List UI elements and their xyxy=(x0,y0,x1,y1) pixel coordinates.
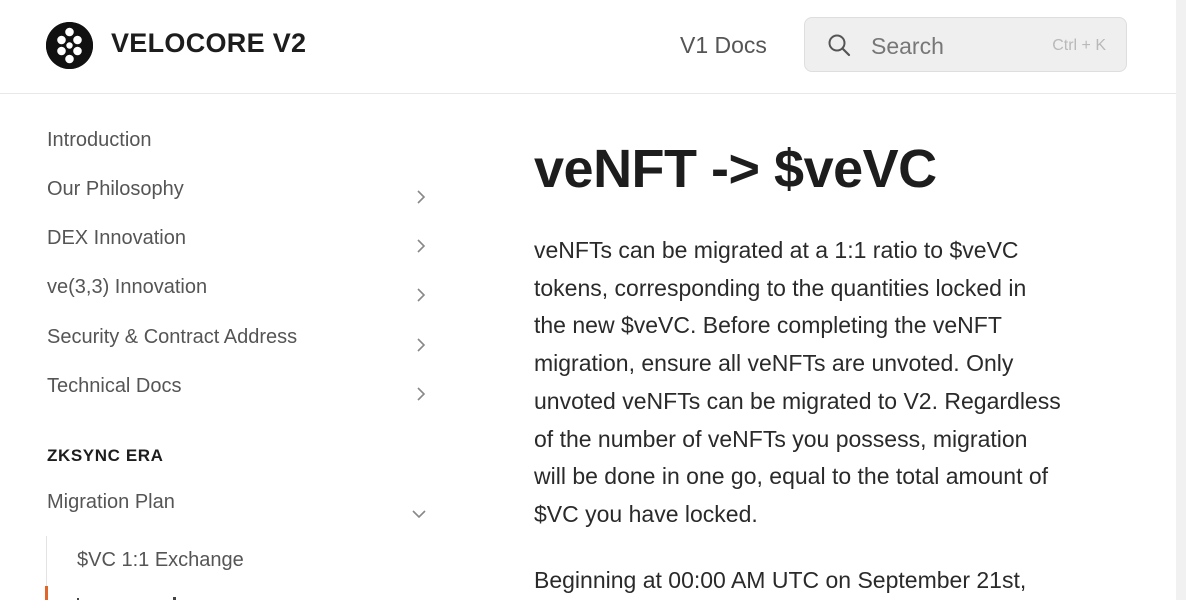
chevron-right-icon[interactable] xyxy=(415,230,427,266)
top-header: VELOCORE V2 V1 Docs Search Ctrl + K xyxy=(0,0,1176,94)
v1-docs-link[interactable]: V1 Docs xyxy=(680,32,767,59)
search-placeholder: Search xyxy=(871,33,944,59)
sidebar-item-label: Introduction xyxy=(47,129,152,151)
page-scrollbar[interactable] xyxy=(1176,0,1186,600)
sidebar-item-migration-plan[interactable]: Migration Plan xyxy=(47,484,437,520)
sidebar-item-security-contract-address[interactable]: Security & Contract Address xyxy=(47,319,437,355)
search-box[interactable]: Search Ctrl + K xyxy=(804,17,1127,72)
sidebar-item-dex-innovation[interactable]: DEX Innovation xyxy=(47,220,437,256)
body-paragraph: veNFTs can be migrated at a 1:1 ratio to… xyxy=(534,237,1061,527)
page-title: veNFT -> $veVC xyxy=(534,139,937,199)
active-item-indicator xyxy=(45,586,48,600)
sidebar-subitem-partial[interactable] xyxy=(77,588,217,600)
body-paragraph: Beginning at 00:00 AM UTC on September 2… xyxy=(534,567,1027,593)
sidebar-item-introduction[interactable]: Introduction xyxy=(47,122,437,158)
sidebar-subitem-vc-exchange[interactable]: $VC 1:1 Exchange xyxy=(77,542,244,578)
sidebar-nav: Introduction Our Philosophy DEX Innovati… xyxy=(0,94,480,600)
sidebar-item-label: ve(3,3) Innovation xyxy=(47,276,208,298)
sidebar-item-our-philosophy[interactable]: Our Philosophy xyxy=(47,171,437,207)
chevron-right-icon[interactable] xyxy=(415,329,427,365)
search-icon xyxy=(827,33,851,62)
velocore-logo-icon[interactable] xyxy=(46,22,93,69)
sidebar-item-label: Our Philosophy xyxy=(47,178,184,200)
sidebar-item-label: Technical Docs xyxy=(47,375,182,397)
sidebar-item-ve33-innovation[interactable]: ve(3,3) Innovation xyxy=(47,269,437,305)
sidebar-item-label: Migration Plan xyxy=(47,491,175,513)
brand-name[interactable]: VELOCORE V2 xyxy=(111,28,306,59)
chevron-right-icon[interactable] xyxy=(415,378,427,414)
sidebar-item-technical-docs[interactable]: Technical Docs xyxy=(47,368,437,404)
search-shortcut-hint: Ctrl + K xyxy=(1052,37,1106,54)
sidebar-item-label: DEX Innovation xyxy=(47,227,186,249)
sidebar-section-title: ZKSYNC ERA xyxy=(47,446,164,465)
chevron-down-icon[interactable] xyxy=(411,496,427,532)
sidebar-item-label: Security & Contract Address xyxy=(47,326,298,348)
chevron-right-icon[interactable] xyxy=(415,181,427,217)
chevron-right-icon[interactable] xyxy=(415,279,427,315)
